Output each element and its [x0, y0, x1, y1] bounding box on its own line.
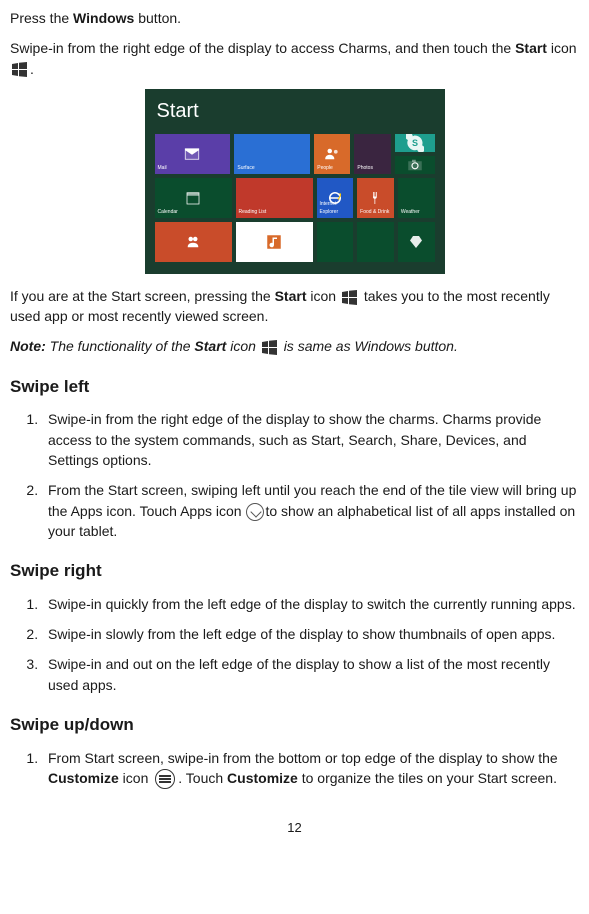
swipe-left-item-2: From the Start screen, swiping left unti… [42, 480, 579, 541]
tile-camera[interactable] [395, 156, 435, 174]
swipe-ud-item-1: From Start screen, swipe-in from the bot… [42, 748, 579, 790]
swipe-right-item-2: Swipe-in slowly from the left edge of th… [42, 624, 579, 644]
tile-ie[interactable]: Internet Explorer [317, 178, 354, 218]
svg-text:S: S [411, 138, 417, 148]
tile-people[interactable]: People [314, 134, 350, 174]
tile-mail[interactable]: Mail [155, 134, 231, 174]
tile-calendar[interactable]: Calendar [155, 178, 232, 218]
swipe-right-item-1: Swipe-in quickly from the left edge of t… [42, 594, 579, 614]
tile-readinglist[interactable]: Reading List [236, 178, 313, 218]
swipe-left-item-1: Swipe-in from the right edge of the disp… [42, 409, 579, 470]
heading-swipe-right: Swipe right [10, 559, 579, 584]
tile-music[interactable] [236, 222, 313, 262]
tile-photos[interactable]: Photos [354, 134, 390, 174]
tile-weather[interactable]: Weather [398, 178, 435, 218]
tile-food[interactable]: Food & Drink [357, 178, 394, 218]
intro-p2: Swipe-in from the right edge of the disp… [10, 38, 579, 79]
tile-skype[interactable]: S [395, 134, 435, 152]
apps-down-icon [246, 503, 264, 521]
tile-video[interactable] [317, 222, 354, 262]
start-icon [12, 62, 28, 77]
tile-surface[interactable]: Surface [234, 134, 310, 174]
page-number: 12 [10, 819, 579, 838]
after-p1: If you are at the Start screen, pressing… [10, 286, 579, 327]
tile-apps[interactable] [398, 222, 435, 262]
note: Note: The functionality of the Start ico… [10, 336, 579, 356]
tile-misc1[interactable] [357, 222, 394, 262]
start-screen-figure: Start Mail Surface People Photos [10, 89, 579, 274]
start-icon [342, 290, 358, 305]
customize-icon [155, 769, 175, 789]
tile-games[interactable] [155, 222, 232, 262]
start-icon [262, 340, 278, 355]
heading-swipe-left: Swipe left [10, 375, 579, 400]
heading-swipe-updown: Swipe up/down [10, 713, 579, 738]
intro-p1: Press the Windows button. [10, 8, 579, 28]
start-title: Start [157, 97, 435, 126]
swipe-right-item-3: Swipe-in and out on the left edge of the… [42, 654, 579, 695]
